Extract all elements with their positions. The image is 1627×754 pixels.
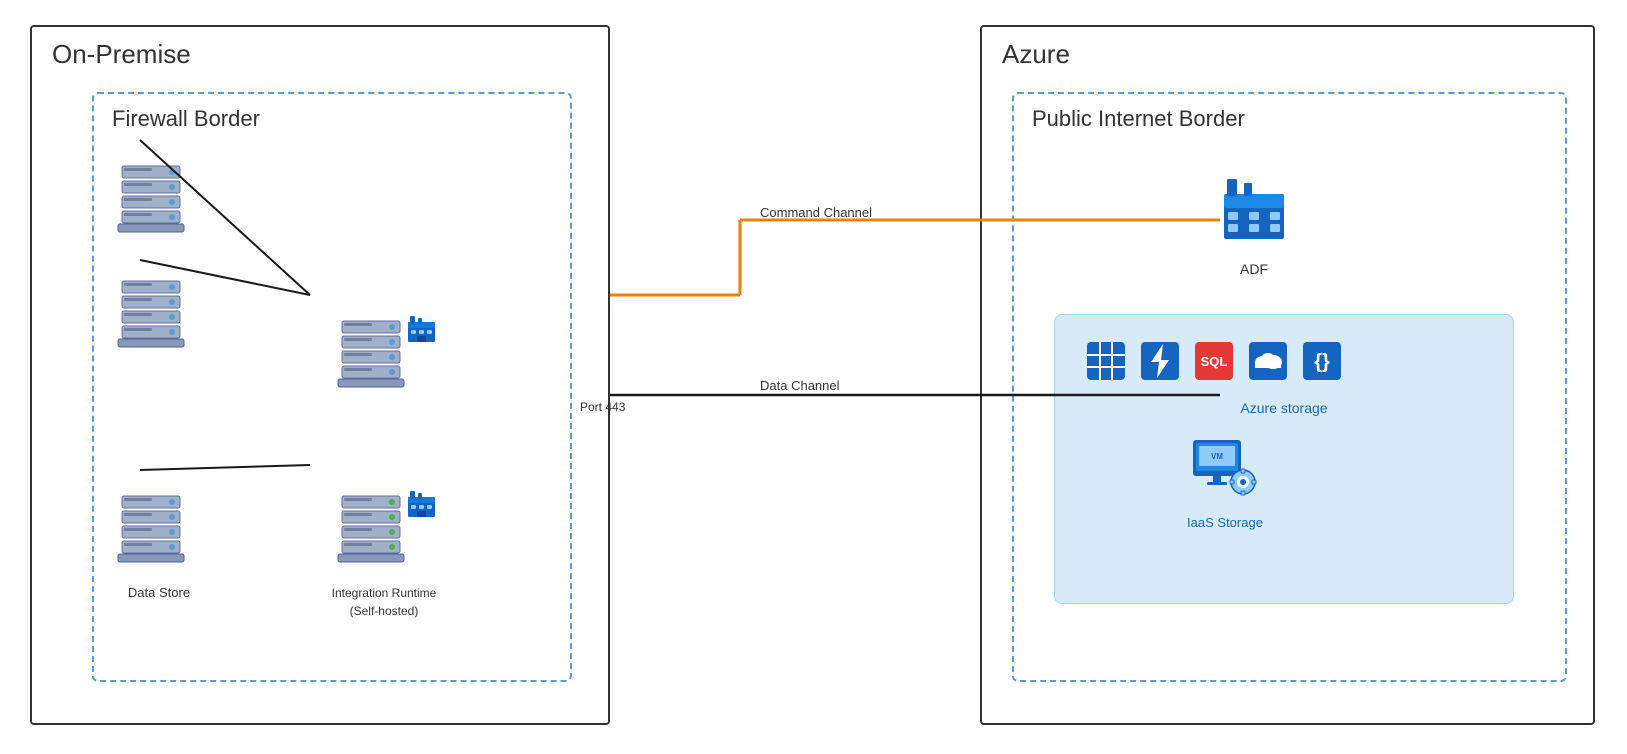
firewall-border-box: Firewall Border	[92, 92, 572, 682]
azure-title: Azure	[1002, 39, 1070, 70]
command-channel-label: Command Channel	[760, 205, 872, 220]
iaas-storage-label: IaaS Storage	[1185, 515, 1265, 530]
diagram-container: On-Premise Firewall Border	[0, 0, 1627, 754]
svg-text:VM: VM	[1211, 452, 1223, 461]
integration-runtime-server	[334, 319, 414, 399]
azure-storage-icons: SQL {}	[1085, 340, 1343, 382]
public-internet-border-title: Public Internet Border	[1032, 106, 1245, 132]
integration-runtime-server-2	[334, 494, 414, 574]
data-channel-label: Data Channel	[760, 378, 840, 393]
svg-text:{}: {}	[1314, 351, 1330, 373]
data-store-server-3	[114, 494, 194, 574]
adf-label: ADF	[1214, 261, 1294, 277]
azure-storage-label: Azure storage	[1055, 400, 1513, 418]
on-premise-title: On-Premise	[52, 39, 191, 70]
firewall-border-title: Firewall Border	[112, 106, 260, 132]
azure-storage-inner-box: SQL {}	[1054, 314, 1514, 604]
data-store-label: Data Store	[109, 584, 209, 602]
public-internet-border-box: Public Internet Border	[1012, 92, 1567, 682]
integration-runtime-label: Integration Runtime(Self-hosted)	[319, 584, 449, 620]
adf-icon: ADF	[1214, 174, 1294, 277]
data-store-server-2	[114, 279, 194, 359]
on-premise-box: On-Premise Firewall Border	[30, 25, 610, 725]
iaas-storage-icon: VM IaaS Storage	[1185, 430, 1265, 530]
port-label: Port 443	[580, 400, 625, 414]
azure-box: Azure Public Internet Border	[980, 25, 1595, 725]
data-store-server-1	[114, 164, 194, 244]
svg-text:SQL: SQL	[1201, 354, 1228, 369]
